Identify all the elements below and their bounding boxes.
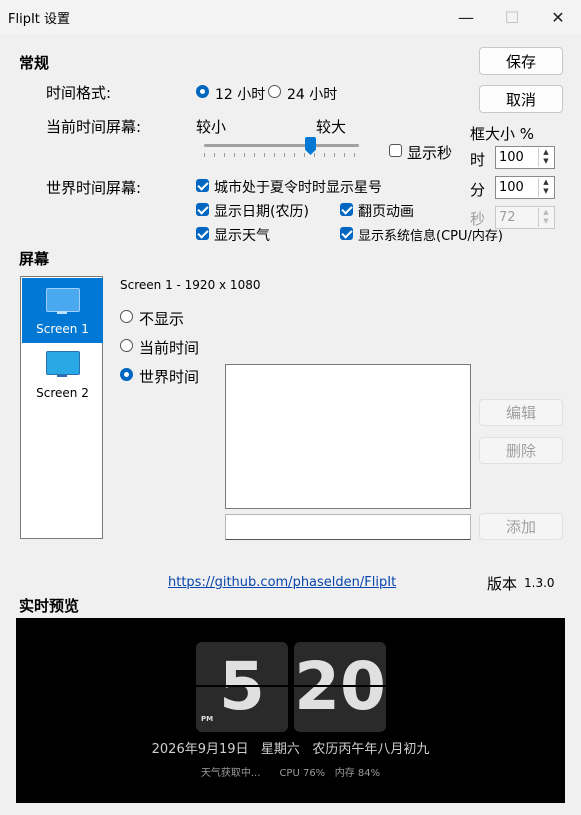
mode-world-time-radio[interactable]: 世界时间 <box>120 366 210 386</box>
live-preview: 5 PM 20 2026年9月19日 星期六 农历丙午年八月初九 天气获取中..… <box>16 618 565 803</box>
show-seconds-label: 显示秒 <box>407 144 453 162</box>
mode-hidden-radio[interactable]: 不显示 <box>120 308 200 328</box>
flip-animation-label: 翻页动画 <box>358 204 414 220</box>
radio-unselected-icon <box>268 85 281 98</box>
mode-current-time-radio[interactable]: 当前时间 <box>120 337 210 357</box>
minute-size-label: 分 <box>470 181 486 199</box>
radio-selected-icon <box>120 368 133 381</box>
down-arrow-icon[interactable]: ▼ <box>539 187 553 196</box>
mode-current-time-label: 当前时间 <box>139 339 200 357</box>
mode-world-time-label: 世界时间 <box>139 368 200 386</box>
flip-animation-checkbox[interactable]: 翻页动画 <box>340 202 430 220</box>
general-section-title: 常规 <box>19 54 50 72</box>
radio-selected-icon <box>196 85 209 98</box>
world-city-list[interactable] <box>225 364 471 509</box>
ampm-label: PM <box>201 715 214 723</box>
preview-info-line: 天气获取中... CPU 76% 内存 84% <box>200 768 381 779</box>
monitor-stand <box>57 311 67 314</box>
box-size-title: 框大小 % <box>470 125 535 143</box>
down-arrow-icon: ▼ <box>543 217 549 225</box>
screen-item-1[interactable]: Screen 1 <box>22 278 103 343</box>
time-format-24h-radio[interactable]: 24 小时 <box>268 84 338 103</box>
time-format-label: 时间格式: <box>46 84 112 102</box>
show-date-checkbox[interactable]: 显示日期(农历) <box>196 202 326 220</box>
screen-list[interactable]: Screen 1 Screen 2 <box>20 276 103 539</box>
edit-button: 编辑 <box>479 399 563 426</box>
size-large-label: 较大 <box>316 118 347 136</box>
slider-track <box>204 144 359 147</box>
up-arrow-icon: ▲ <box>543 208 549 216</box>
dst-star-checkbox[interactable]: 城市处于夏令时时显示星号 <box>196 178 416 196</box>
dst-star-label: 城市处于夏令时时显示星号 <box>214 180 382 196</box>
current-time-screen-label: 当前时间屏幕: <box>46 118 142 136</box>
checkbox-checked-icon <box>196 179 209 192</box>
mode-hidden-label: 不显示 <box>139 310 185 328</box>
minute-digits: 20 <box>294 648 386 725</box>
hour-size-spinner[interactable]: 100 ▲ ▼ <box>495 146 555 169</box>
screen-item-2[interactable]: Screen 2 <box>22 343 103 408</box>
second-size-label: 秒 <box>470 210 486 228</box>
preview-date-line: 2026年9月19日 星期六 农历丙午年八月初九 <box>151 742 430 757</box>
minimize-icon[interactable]: — <box>443 0 489 34</box>
preview-section-title: 实时预览 <box>19 597 80 615</box>
world-time-screen-label: 世界时间屏幕: <box>46 179 142 197</box>
show-date-label: 显示日期(农历) <box>214 204 309 220</box>
checkbox-checked-icon <box>196 227 209 240</box>
show-weather-checkbox[interactable]: 显示天气 <box>196 226 296 244</box>
screen-item-label: Screen 2 <box>36 386 89 400</box>
hour-flip-card: 5 PM <box>196 642 288 732</box>
save-button[interactable]: 保存 <box>479 47 563 75</box>
time-format-12h-radio[interactable]: 12 小时 <box>196 84 266 103</box>
flip-divider <box>196 685 288 687</box>
slider-ticks <box>204 153 359 157</box>
minute-size-value: 100 <box>499 180 524 195</box>
delete-button: 删除 <box>479 437 563 464</box>
size-small-label: 较小 <box>196 118 227 136</box>
hour-size-value: 100 <box>499 150 524 165</box>
spinner-arrows[interactable]: ▲ ▼ <box>538 148 553 167</box>
selected-screen-info: Screen 1 - 1920 x 1080 <box>120 278 261 292</box>
checkbox-checked-icon <box>340 227 353 240</box>
down-arrow-icon[interactable]: ▼ <box>539 157 553 166</box>
show-weather-label: 显示天气 <box>214 228 270 244</box>
spinner-arrows: ▲ ▼ <box>538 208 553 227</box>
maximize-icon: ☐ <box>504 7 520 27</box>
screen-item-label: Screen 1 <box>36 322 89 336</box>
monitor-icon <box>46 351 80 375</box>
add-button: 添加 <box>479 513 563 540</box>
version-number: 1.3.0 <box>524 576 555 590</box>
minute-flip-card: 20 <box>294 642 386 732</box>
second-size-value: 72 <box>499 210 516 225</box>
version-label: 版本 <box>487 575 518 593</box>
minute-size-spinner[interactable]: 100 ▲ ▼ <box>495 176 555 199</box>
second-size-spinner: 72 ▲ ▼ <box>495 206 555 229</box>
close-icon[interactable]: ✕ <box>535 0 581 34</box>
checkbox-checked-icon <box>196 203 209 216</box>
city-input[interactable] <box>225 514 471 540</box>
monitor-stand <box>57 374 67 377</box>
time-format-24h-label: 24 小时 <box>287 87 338 103</box>
title-bar: FlipIt 设置 — ☐ ✕ <box>0 0 581 34</box>
up-arrow-icon[interactable]: ▲ <box>539 148 553 157</box>
hour-size-label: 时 <box>470 151 486 169</box>
show-seconds-checkbox[interactable]: 显示秒 <box>389 143 459 162</box>
hour-digit: 5 <box>219 648 265 725</box>
spinner-arrows[interactable]: ▲ ▼ <box>538 178 553 197</box>
time-format-12h-label: 12 小时 <box>215 87 266 103</box>
radio-unselected-icon <box>120 339 133 352</box>
monitor-icon <box>46 288 80 312</box>
radio-unselected-icon <box>120 310 133 323</box>
checkbox-unchecked-icon <box>389 144 402 157</box>
up-arrow-icon[interactable]: ▲ <box>539 178 553 187</box>
checkbox-checked-icon <box>340 203 353 216</box>
size-slider[interactable] <box>204 136 359 158</box>
flip-divider <box>294 685 386 687</box>
window-title: FlipIt 设置 <box>8 12 71 27</box>
github-link[interactable]: https://github.com/phaselden/FlipIt <box>168 575 396 590</box>
cancel-button[interactable]: 取消 <box>479 85 563 113</box>
screens-section-title: 屏幕 <box>19 250 50 268</box>
